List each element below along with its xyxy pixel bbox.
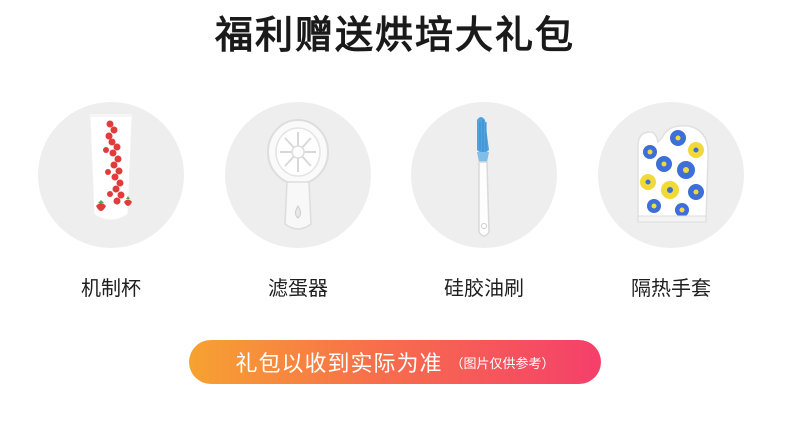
item-image-circle xyxy=(598,102,744,248)
item-label: 机制杯 xyxy=(81,276,141,300)
egg-separator-icon xyxy=(267,119,329,230)
page-title: 福利赠送烘培大礼包 xyxy=(214,13,575,57)
notice-subtext: （图片仅供参考） xyxy=(450,356,555,372)
item-image-circle xyxy=(38,102,184,248)
item-image-circle xyxy=(411,102,557,248)
notice-text: 礼包以收到实际为准 xyxy=(235,352,443,377)
gift-item-cup: 机制杯 xyxy=(36,102,186,301)
cup-icon xyxy=(89,114,133,221)
gift-item-oven-mitt: 隔热手套 xyxy=(596,102,746,301)
item-label: 硅胶油刷 xyxy=(444,276,524,300)
silicone-brush-icon xyxy=(477,117,490,237)
item-label: 滤蛋器 xyxy=(268,276,328,300)
gift-item-silicone-brush: 硅胶油刷 xyxy=(409,102,559,301)
oven-mitt-icon xyxy=(637,125,709,223)
notice-pill: 礼包以收到实际为准 （图片仅供参考） xyxy=(189,340,601,384)
item-image-circle xyxy=(225,102,371,248)
gift-item-egg-separator: 滤蛋器 xyxy=(223,102,373,301)
item-label: 隔热手套 xyxy=(631,276,711,300)
gift-items: 机制杯 滤蛋器 硅胶油刷 隔热手套 xyxy=(0,102,790,302)
